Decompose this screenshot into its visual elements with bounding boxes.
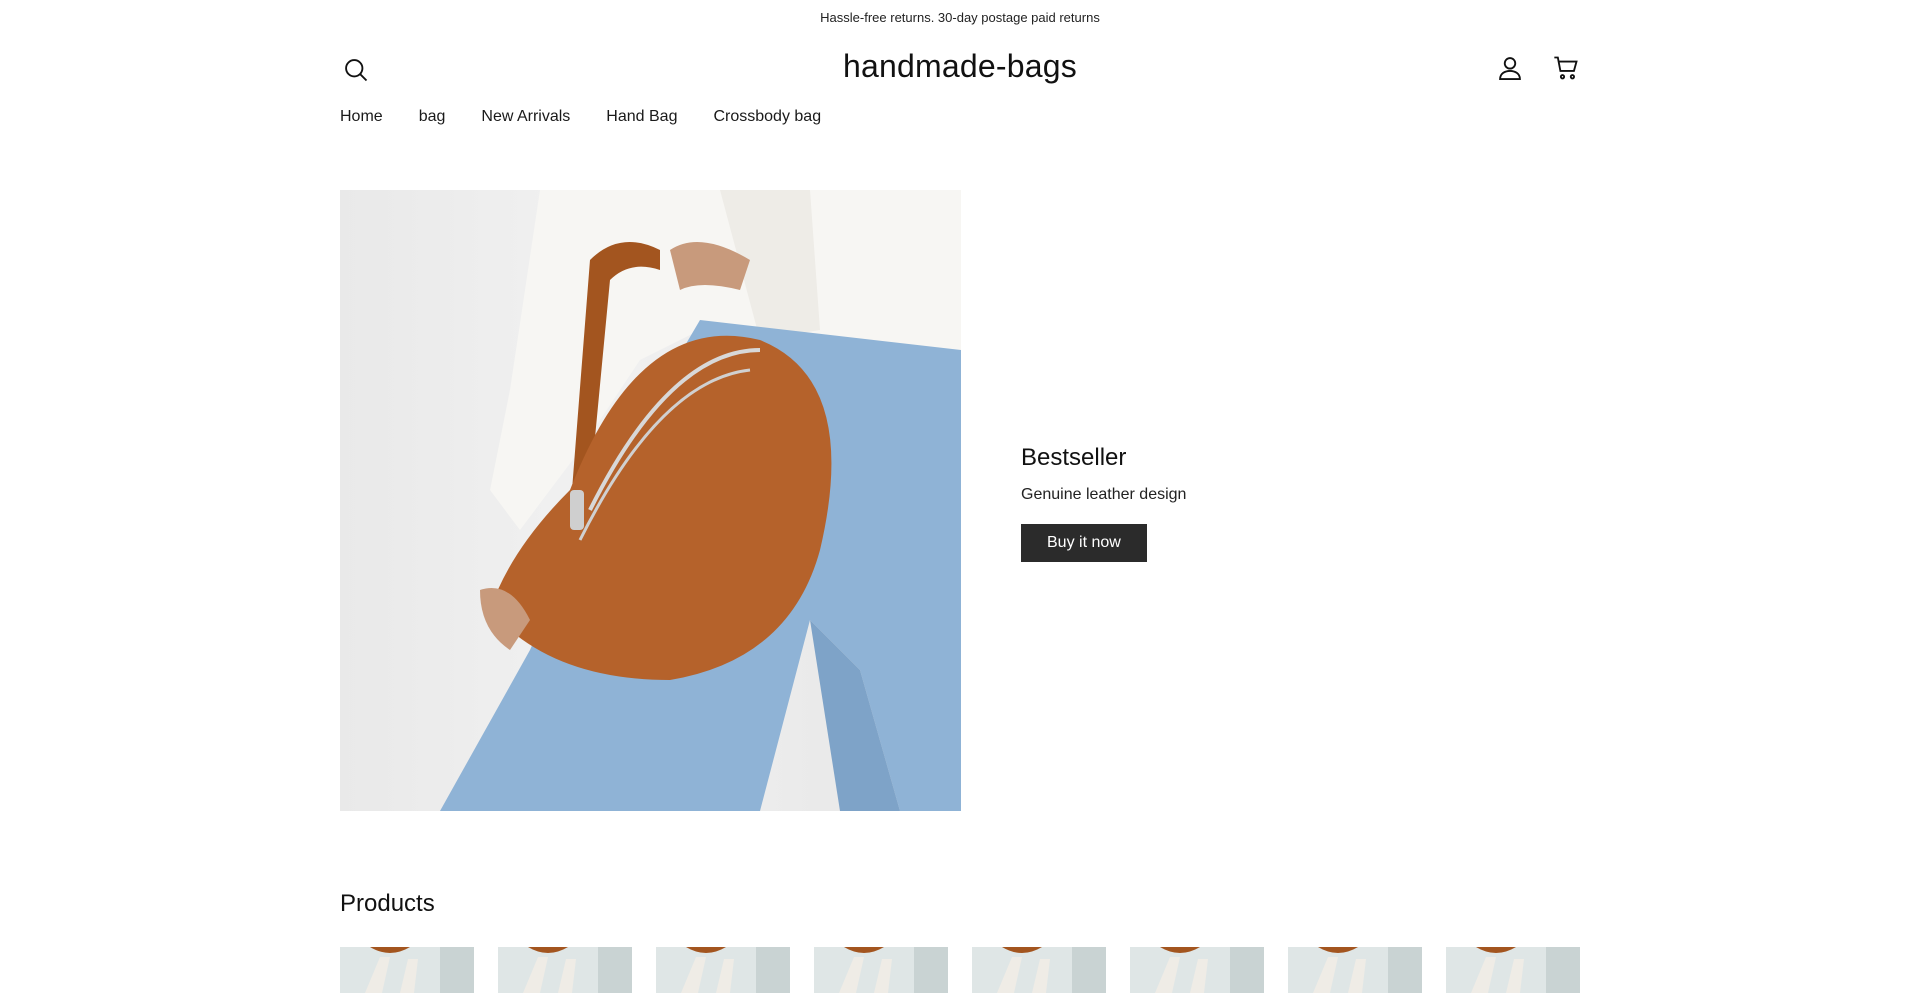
site-logo[interactable]: handmade-bags [340,48,1580,85]
product-card[interactable] [1446,947,1580,993]
product-card[interactable] [498,947,632,993]
account-icon[interactable] [1494,52,1526,84]
nav-item-new-arrivals[interactable]: New Arrivals [481,108,570,126]
hero-section: Bestseller Genuine leather design Buy it… [340,190,1580,811]
hero-text: Bestseller Genuine leather design Buy it… [1021,444,1186,562]
nav-item-hand-bag[interactable]: Hand Bag [606,108,677,126]
product-card[interactable] [340,947,474,993]
product-card[interactable] [1288,947,1422,993]
nav-item-home[interactable]: Home [340,108,383,126]
product-card[interactable] [1130,947,1264,993]
buy-now-button[interactable]: Buy it now [1021,524,1147,562]
announcement-bar: Hassle-free returns. 30-day postage paid… [0,0,1920,34]
product-card[interactable] [656,947,790,993]
product-list [340,947,1580,993]
hero-title: Bestseller [1021,444,1127,471]
site-header: handmade-bags [340,34,1580,106]
product-card[interactable] [814,947,948,993]
hero-subtitle: Genuine leather design [1021,486,1187,503]
nav-item-bag[interactable]: bag [419,108,446,126]
products-heading: Products [340,890,435,917]
product-card[interactable] [972,947,1106,993]
nav-item-crossbody-bag[interactable]: Crossbody bag [713,108,821,126]
hero-image [340,190,961,811]
main-nav: Home bag New Arrivals Hand Bag Crossbody… [340,108,821,126]
announcement-text: Hassle-free returns. 30-day postage paid… [820,9,1100,25]
cart-icon[interactable] [1550,52,1582,84]
